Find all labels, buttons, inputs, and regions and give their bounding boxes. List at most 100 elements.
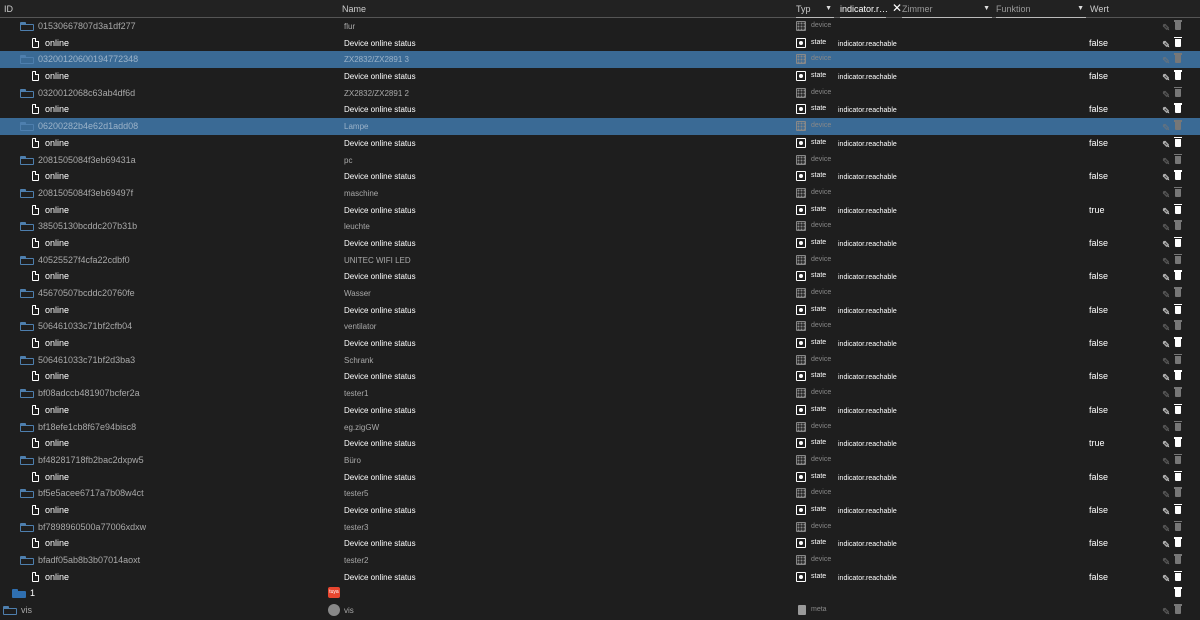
value-cell[interactable]: true xyxy=(1089,202,1149,219)
trash-icon[interactable] xyxy=(1174,437,1182,448)
pencil-icon[interactable]: ✎ xyxy=(1162,54,1170,68)
name-cell[interactable]: Device online status xyxy=(344,168,784,185)
table-row[interactable]: 2081505084f3eb69497f maschine device ✎ xyxy=(0,185,1200,202)
pencil-icon[interactable]: ✎ xyxy=(1162,522,1170,536)
name-cell[interactable]: ventilator xyxy=(344,318,784,335)
id-cell[interactable]: online xyxy=(0,268,330,285)
pencil-icon[interactable]: ✎ xyxy=(1162,138,1170,152)
name-cell[interactable]: ZX2832/ZX2891 3 xyxy=(344,51,784,68)
trash-icon[interactable] xyxy=(1174,36,1182,47)
trash-icon[interactable] xyxy=(1174,270,1182,281)
value-cell[interactable]: false xyxy=(1089,469,1149,486)
value-cell[interactable]: false xyxy=(1089,569,1149,586)
trash-icon[interactable] xyxy=(1174,186,1182,197)
value-cell[interactable]: false xyxy=(1089,101,1149,118)
pencil-icon[interactable]: ✎ xyxy=(1162,121,1170,135)
state-row[interactable]: online Device online status state indica… xyxy=(0,535,1200,552)
pencil-icon[interactable]: ✎ xyxy=(1162,438,1170,452)
pencil-icon[interactable]: ✎ xyxy=(1162,355,1170,369)
state-row[interactable]: online Device online status state indica… xyxy=(0,502,1200,519)
id-cell[interactable]: 506461033c71bf2cfb04 xyxy=(0,318,330,335)
trash-icon[interactable] xyxy=(1174,470,1182,481)
state-row[interactable]: online Device online status state indica… xyxy=(0,435,1200,452)
name-cell[interactable]: Device online status xyxy=(344,469,784,486)
pencil-icon[interactable]: ✎ xyxy=(1162,605,1170,619)
value-cell[interactable]: false xyxy=(1089,335,1149,352)
id-cell[interactable]: online xyxy=(0,168,330,185)
pencil-icon[interactable]: ✎ xyxy=(1162,371,1170,385)
trash-icon[interactable] xyxy=(1174,487,1182,498)
id-cell[interactable]: 40525527f4cfa22cdbf0 xyxy=(0,252,330,269)
pencil-icon[interactable]: ✎ xyxy=(1162,188,1170,202)
name-cell[interactable]: Device online status xyxy=(344,302,784,319)
trash-icon[interactable] xyxy=(1174,537,1182,548)
pencil-icon[interactable]: ✎ xyxy=(1162,422,1170,436)
state-row[interactable]: online Device online status state indica… xyxy=(0,335,1200,352)
id-cell[interactable]: online xyxy=(0,202,330,219)
id-cell[interactable]: vis xyxy=(0,602,330,619)
table-row[interactable]: 506461033c71bf2d3ba3 Schrank device ✎ xyxy=(0,352,1200,369)
pencil-icon[interactable]: ✎ xyxy=(1162,572,1170,586)
zimmer-filter-select[interactable]: Zimmer ▼ xyxy=(902,0,992,18)
pencil-icon[interactable]: ✎ xyxy=(1162,221,1170,235)
pencil-icon[interactable]: ✎ xyxy=(1162,21,1170,35)
trash-icon[interactable] xyxy=(1174,120,1182,131)
name-cell[interactable]: leuchte xyxy=(344,218,784,235)
state-row[interactable]: online Device online status state indica… xyxy=(0,302,1200,319)
trash-icon[interactable] xyxy=(1174,287,1182,297)
id-cell[interactable]: online xyxy=(0,502,330,519)
trash-icon[interactable] xyxy=(1174,20,1182,30)
pencil-icon[interactable]: ✎ xyxy=(1162,38,1170,52)
trash-icon[interactable] xyxy=(1174,103,1182,114)
trash-icon[interactable] xyxy=(1174,520,1182,531)
name-cell[interactable]: Device online status xyxy=(344,68,784,85)
trash-icon[interactable] xyxy=(1174,303,1182,314)
table-row[interactable]: 45670507bcddc20760fe Wasser device ✎ xyxy=(0,285,1200,302)
state-row[interactable]: online Device online status state indica… xyxy=(0,101,1200,118)
id-cell[interactable]: online xyxy=(0,135,330,152)
trash-icon[interactable] xyxy=(1174,604,1182,615)
table-row[interactable]: 1 tuya xyxy=(0,585,1200,602)
id-cell[interactable]: online xyxy=(0,235,330,252)
table-row[interactable]: 506461033c71bf2cfb04 ventilator device ✎ xyxy=(0,318,1200,335)
state-row[interactable]: online Device online status state indica… xyxy=(0,68,1200,85)
value-cell[interactable]: false xyxy=(1089,302,1149,319)
trash-icon[interactable] xyxy=(1174,153,1182,164)
pencil-icon[interactable]: ✎ xyxy=(1162,488,1170,502)
name-cell[interactable]: Device online status xyxy=(344,402,784,419)
value-cell[interactable]: false xyxy=(1089,502,1149,519)
trash-icon[interactable] xyxy=(1174,337,1182,348)
id-cell[interactable]: 38505130bcddc207b31b xyxy=(0,218,330,235)
name-cell[interactable]: pc xyxy=(344,152,784,169)
name-cell[interactable]: Device online status xyxy=(344,235,784,252)
name-cell[interactable]: Schrank xyxy=(344,352,784,369)
pencil-icon[interactable]: ✎ xyxy=(1162,205,1170,219)
pencil-icon[interactable]: ✎ xyxy=(1162,71,1170,85)
trash-icon[interactable] xyxy=(1174,403,1182,414)
name-cell[interactable]: vis xyxy=(344,602,784,619)
funktion-filter-select[interactable]: Funktion ▼ xyxy=(996,0,1086,18)
value-cell[interactable]: true xyxy=(1089,435,1149,452)
state-row[interactable]: online Device online status state indica… xyxy=(0,202,1200,219)
value-cell[interactable]: false xyxy=(1089,68,1149,85)
pencil-icon[interactable]: ✎ xyxy=(1162,171,1170,185)
id-cell[interactable]: online xyxy=(0,68,330,85)
table-row[interactable]: bf18efe1cb8f67e94bisc8 eg.zigGW device ✎ xyxy=(0,419,1200,436)
id-cell[interactable]: online xyxy=(0,402,330,419)
name-cell[interactable]: Device online status xyxy=(344,335,784,352)
pencil-icon[interactable]: ✎ xyxy=(1162,271,1170,285)
id-cell[interactable]: online xyxy=(0,435,330,452)
name-cell[interactable]: Device online status xyxy=(344,502,784,519)
trash-icon[interactable] xyxy=(1174,70,1182,81)
value-cell[interactable]: false xyxy=(1089,135,1149,152)
trash-icon[interactable] xyxy=(1174,203,1182,214)
id-cell[interactable]: online xyxy=(0,302,330,319)
pencil-icon[interactable]: ✎ xyxy=(1162,538,1170,552)
table-row[interactable]: 06200282b4e62d1add08 Lampe device ✎ xyxy=(0,118,1200,135)
pencil-icon[interactable]: ✎ xyxy=(1162,505,1170,519)
name-cell[interactable]: ZX2832/ZX2891 2 xyxy=(344,85,784,102)
trash-icon[interactable] xyxy=(1174,53,1182,64)
id-cell[interactable]: online xyxy=(0,569,330,586)
id-cell[interactable]: 2081505084f3eb69431a xyxy=(0,152,330,169)
close-icon[interactable]: ✕ xyxy=(892,0,902,17)
